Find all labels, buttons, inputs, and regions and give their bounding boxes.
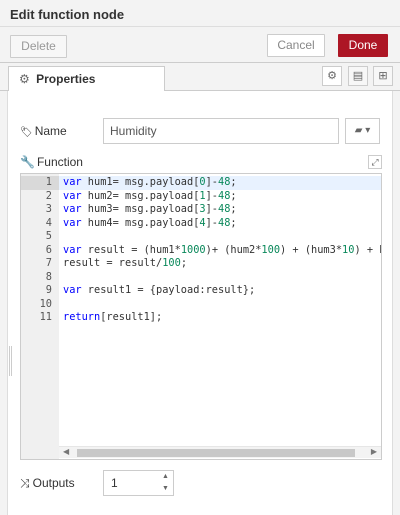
gear-icon: ⚙ (19, 72, 30, 86)
code-line[interactable]: 8 (21, 271, 381, 285)
line-code: return[result1]; (63, 311, 163, 323)
code-editor[interactable]: 1 var hum1= msg.payload[0]-48; 2 var hum2= … (20, 173, 382, 460)
function-label: 🔧 Function (20, 155, 83, 169)
outputs-label: ⤨ Outputs (20, 476, 75, 490)
code-line[interactable]: 10 (21, 298, 381, 312)
line-number: 5 (45, 230, 52, 242)
tag-icon: 🏷 (20, 127, 33, 138)
line-number: 1 (21, 176, 59, 190)
horizontal-scrollbar[interactable]: ◀ ▶ (59, 446, 381, 458)
code-line[interactable]: 6 var result = (hum1*1000)+ (hum2*100) + … (21, 244, 381, 258)
wrench-icon: 🔧 (20, 155, 35, 169)
scrollbar-thumb[interactable] (77, 449, 355, 457)
line-code: result = result/100; (63, 257, 188, 269)
code-line[interactable]: 11 return[result1]; (21, 311, 381, 325)
line-number: 7 (45, 257, 52, 269)
name-label: 🏷 Name (20, 124, 67, 138)
button-bar: Delete Cancel Done (0, 27, 400, 63)
line-number: 9 (45, 284, 52, 296)
line-code: var result1 = {payload:result}; (63, 284, 256, 296)
line-number: 10 (39, 297, 52, 310)
line-code: var hum3= msg.payload[3]-48; (63, 203, 237, 215)
delete-button[interactable]: Delete (10, 35, 67, 58)
code-line[interactable]: 7 result = result/100; (21, 257, 381, 271)
book-icon: ▰ ▾ (354, 125, 371, 136)
tab-bar: ⚙ Properties ⚙ ▤ ⊞ (0, 63, 400, 92)
scroll-left-icon[interactable]: ◀ (63, 447, 69, 456)
shuffle-icon: ⤨ (20, 476, 30, 490)
cancel-button[interactable]: Cancel (267, 34, 325, 57)
line-code: var hum4= msg.payload[4]-48; (63, 216, 237, 229)
code-line[interactable]: 9 var result1 = {payload:result}; (21, 284, 381, 298)
done-button[interactable]: Done (338, 34, 388, 57)
code-line[interactable]: 5 (21, 230, 381, 244)
line-number: 6 (45, 243, 52, 256)
code-line[interactable]: 3 var hum3= msg.payload[3]-48; (21, 203, 381, 217)
increment-icon[interactable]: ▲ (158, 471, 173, 483)
line-code: var hum2= msg.payload[1]-48; (63, 189, 237, 202)
dialog-header: Edit function node (0, 0, 400, 27)
tab-description-icon[interactable]: ▤ (348, 66, 368, 86)
line-number: 2 (45, 189, 52, 202)
line-code: var result = (hum1*1000)+ (hum2*100) + (… (63, 243, 381, 256)
line-number: 3 (45, 203, 52, 215)
code-line[interactable]: 4 var hum4= msg.payload[4]-48; (21, 217, 381, 231)
line-code: var hum1= msg.payload[0]-48; (63, 176, 237, 188)
code-line[interactable]: 1 var hum1= msg.payload[0]-48; (21, 176, 381, 190)
expand-icon: ⤢ (371, 157, 379, 167)
dialog-title: Edit function node (10, 7, 125, 22)
code-lines: 1 var hum1= msg.payload[0]-48; 2 var hum2= … (21, 176, 381, 325)
tab-settings-gear-icon[interactable]: ⚙ (322, 66, 342, 86)
outputs-stepper[interactable]: ▲ ▼ (158, 471, 173, 495)
name-input[interactable] (103, 118, 339, 144)
scroll-right-icon[interactable]: ▶ (371, 447, 377, 456)
resize-handle[interactable] (9, 346, 12, 376)
tab-properties[interactable]: ⚙ Properties (8, 66, 165, 92)
tab-appearance-icon[interactable]: ⊞ (373, 66, 393, 86)
line-number: 11 (39, 311, 52, 323)
tab-properties-label: Properties (36, 72, 96, 86)
line-number: 4 (45, 216, 52, 229)
decrement-icon[interactable]: ▼ (158, 483, 173, 495)
expand-editor-button[interactable]: ⤢ (368, 155, 382, 169)
library-button[interactable]: ▰ ▾ (345, 118, 380, 144)
code-line[interactable]: 2 var hum2= msg.payload[1]-48; (21, 190, 381, 204)
line-number: 8 (45, 270, 52, 283)
